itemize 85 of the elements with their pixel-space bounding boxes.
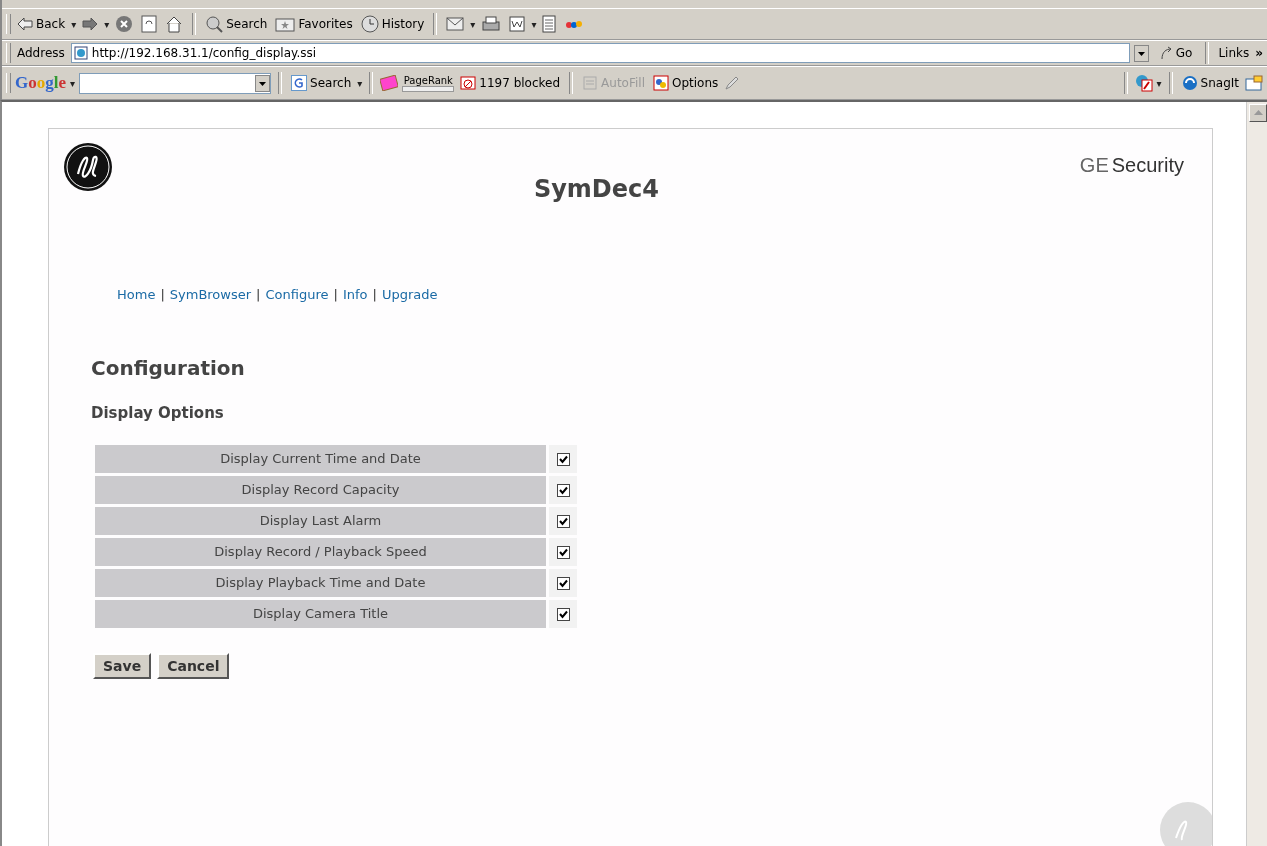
page-title: SymDec4 xyxy=(532,174,660,203)
links-button[interactable]: Links xyxy=(1216,46,1252,60)
checkbox[interactable] xyxy=(556,576,570,590)
url-text: http://192.168.31.1/config_display.ssi xyxy=(91,46,317,60)
caret-icon[interactable]: ▾ xyxy=(70,77,76,89)
nav-separator: | xyxy=(333,287,338,302)
option-label: Display Camera Title xyxy=(95,600,546,628)
mail-button[interactable] xyxy=(444,15,467,33)
curved-arrow-icon xyxy=(1158,46,1173,60)
search-button[interactable]: Search xyxy=(203,15,270,33)
refresh-button[interactable] xyxy=(139,15,160,33)
scrollbar[interactable] xyxy=(1246,102,1267,846)
back-button[interactable]: Back xyxy=(15,17,68,31)
button-label: History xyxy=(381,17,425,31)
button-label: Favorites xyxy=(298,17,353,31)
clock-icon xyxy=(360,15,379,33)
ebay-logo-icon xyxy=(564,18,585,30)
nav-link[interactable]: Configure xyxy=(265,287,329,302)
page-icon xyxy=(73,46,88,60)
option-label: Display Playback Time and Date xyxy=(95,569,546,597)
nav-link[interactable]: Info xyxy=(342,287,368,302)
refresh-icon xyxy=(141,15,158,33)
pencil-icon[interactable] xyxy=(724,75,741,91)
house-icon xyxy=(165,15,184,33)
capture-icon[interactable] xyxy=(1245,75,1263,91)
checkbox[interactable] xyxy=(556,607,570,621)
right-arrow-icon xyxy=(82,17,99,31)
checkbox[interactable] xyxy=(556,483,570,497)
checkbox[interactable] xyxy=(556,514,570,528)
option-label: Display Record Capacity xyxy=(95,476,546,504)
google-logo[interactable]: Google xyxy=(15,73,66,93)
option-label: Display Current Time and Date xyxy=(95,445,546,473)
option-label: Display Record / Playback Speed xyxy=(95,538,546,566)
caret-icon[interactable]: ▾ xyxy=(470,18,476,30)
caret-icon[interactable]: ▾ xyxy=(71,18,77,30)
search-field[interactable] xyxy=(79,72,272,94)
options-icon xyxy=(653,75,669,91)
form-button[interactable]: Cancel xyxy=(157,653,230,679)
button-label: Back xyxy=(36,17,66,31)
option-label: Display Last Alarm xyxy=(95,507,546,535)
section-heading: Configuration xyxy=(90,355,246,380)
popup-blocker-button[interactable]: 1197 blocked xyxy=(458,75,563,91)
go-button[interactable]: Go xyxy=(1152,46,1199,60)
chevron-icon[interactable]: » xyxy=(1255,46,1263,60)
caret-icon[interactable]: ▾ xyxy=(1156,77,1162,89)
brand-prefix: GE xyxy=(1079,154,1109,176)
up-arrow-icon xyxy=(1253,110,1263,116)
button-label: Search xyxy=(226,17,268,31)
word-button[interactable] xyxy=(507,16,528,32)
favorites-button[interactable]: Favorites xyxy=(273,16,355,32)
address-field[interactable]: http://192.168.31.1/config_display.ssi xyxy=(70,43,1130,63)
nav-separator: | xyxy=(160,287,165,302)
options-button[interactable]: Options xyxy=(651,75,721,91)
stop-icon xyxy=(115,15,134,33)
caret-icon[interactable]: ▾ xyxy=(104,18,110,30)
nav-link[interactable]: SymBrowser xyxy=(169,287,252,302)
form-icon xyxy=(582,75,599,91)
monogram-logo-icon xyxy=(63,142,113,192)
left-arrow-icon xyxy=(17,17,33,31)
history-button[interactable]: History xyxy=(358,15,427,33)
star-folder-icon xyxy=(275,16,296,32)
document-icon xyxy=(509,16,526,32)
nav-link[interactable]: Home xyxy=(117,287,156,302)
checkbox[interactable] xyxy=(556,452,570,466)
address-label: Address xyxy=(16,46,66,60)
magnifier-icon xyxy=(205,15,224,33)
pagerank-meter[interactable]: PageRank xyxy=(402,74,455,92)
google-search-button[interactable]: Search xyxy=(289,75,354,91)
form-button[interactable]: Save xyxy=(93,653,152,679)
notepad-icon xyxy=(542,15,557,33)
nav-link[interactable]: Upgrade xyxy=(381,287,438,302)
nav-separator: | xyxy=(372,287,377,302)
page-button[interactable] xyxy=(540,15,559,33)
snagit-button[interactable]: SnagIt xyxy=(1179,75,1241,91)
subsection-heading: Display Options xyxy=(90,403,225,422)
nav-separator: | xyxy=(256,287,261,302)
printer-icon xyxy=(481,15,502,33)
mail-icon xyxy=(446,15,465,33)
blocked-window-icon xyxy=(460,75,477,91)
checkbox[interactable] xyxy=(556,545,570,559)
caret-icon[interactable]: ▾ xyxy=(531,18,537,30)
scroll-up-button[interactable] xyxy=(1249,104,1267,122)
caret-icon[interactable]: ▾ xyxy=(357,77,363,89)
brand-name: Security xyxy=(1111,154,1184,176)
g-letter-icon xyxy=(291,75,308,91)
